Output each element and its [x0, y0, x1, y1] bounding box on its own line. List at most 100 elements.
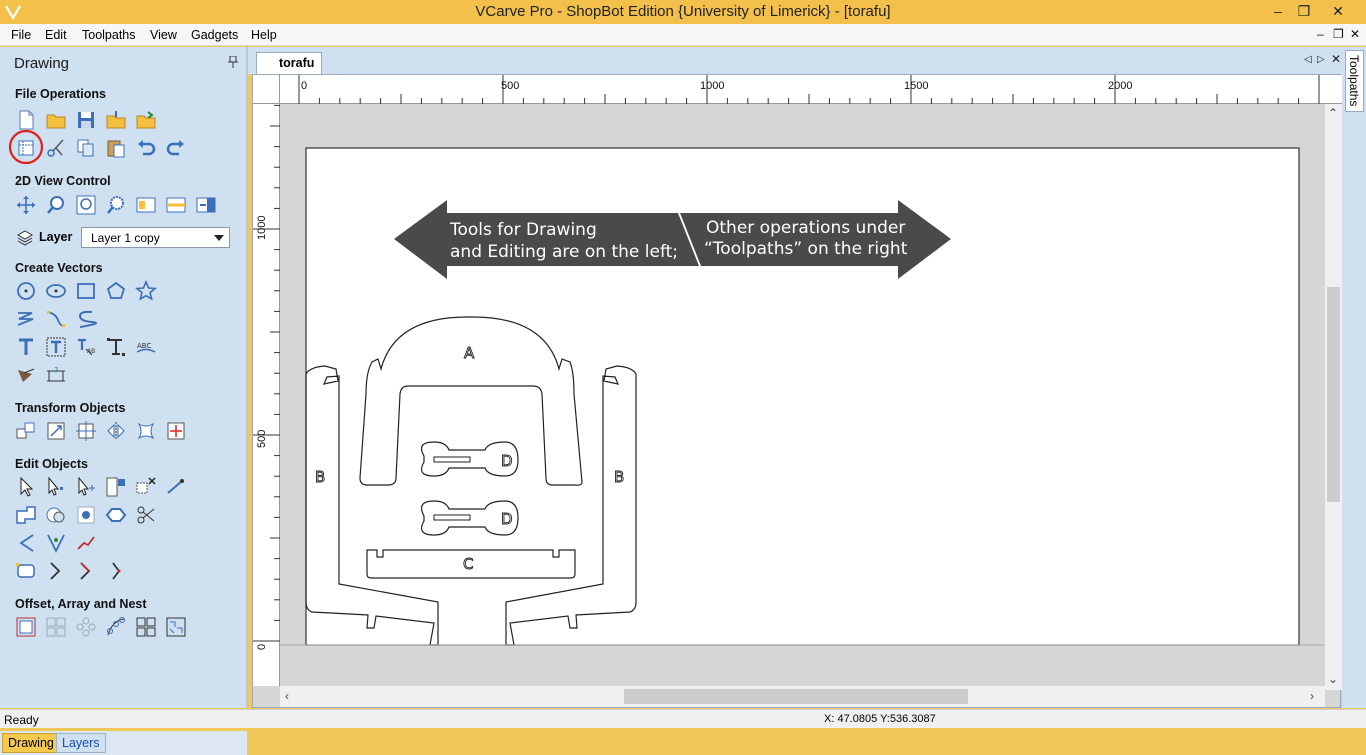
drawing-canvas[interactable]: Tools for Drawing and Editing are on the…: [280, 104, 1325, 686]
status-bar: Ready X: 47.0805 Y:536.3087: [0, 709, 1366, 728]
paste-icon[interactable]: [104, 136, 128, 160]
arc-icon[interactable]: [74, 307, 98, 331]
mirror-icon[interactable]: [104, 419, 128, 443]
select-pointer-icon[interactable]: [14, 475, 38, 499]
auto-layout-text-icon[interactable]: [44, 335, 68, 359]
text-block-icon[interactable]: [104, 335, 128, 359]
drawing-panel: Drawing File Operations 2D View Control …: [0, 47, 247, 755]
tab-close-icon[interactable]: ✕: [1331, 52, 1341, 66]
mdi-close-button[interactable]: ✕: [1350, 27, 1360, 41]
chevron-down-icon: [214, 235, 224, 241]
polygon-icon[interactable]: [104, 279, 128, 303]
zoom-extents-icon[interactable]: [74, 193, 98, 217]
close-button[interactable]: ✕: [1323, 0, 1353, 22]
selection-tools-icon[interactable]: [104, 475, 128, 499]
menu-view[interactable]: View: [150, 28, 177, 42]
move-icon[interactable]: [14, 419, 38, 443]
chamfer-icon[interactable]: [44, 531, 68, 555]
scroll-right-icon[interactable]: ›: [1310, 689, 1314, 703]
circle-icon[interactable]: [14, 279, 38, 303]
weld-icon[interactable]: [14, 503, 38, 527]
vertical-scrollbar[interactable]: ⌃ ⌄: [1325, 104, 1342, 690]
offset-icon[interactable]: [14, 615, 38, 639]
menu-edit[interactable]: Edit: [45, 28, 67, 42]
copy-along-vector-icon[interactable]: [104, 615, 128, 639]
set-origin-icon[interactable]: [164, 419, 188, 443]
menu-gadgets[interactable]: Gadgets: [191, 28, 238, 42]
extend-red-icon[interactable]: [74, 559, 98, 583]
import-component-icon[interactable]: [134, 108, 158, 132]
status-text: Ready: [4, 713, 39, 727]
import-vectors-icon[interactable]: [104, 108, 128, 132]
join-vectors-icon[interactable]: [104, 503, 128, 527]
drawing-workarea: 0 500 1000 1500 2000 1000 500 0 Tools fo…: [252, 74, 1342, 708]
pan-icon[interactable]: [14, 193, 38, 217]
horizontal-scrollbar[interactable]: ‹ ›: [280, 686, 1325, 707]
view-right-icon[interactable]: [194, 193, 218, 217]
mdi-minimize-button[interactable]: –: [1317, 27, 1324, 41]
layer-dropdown[interactable]: Layer 1 copy: [81, 227, 230, 248]
zoom-selection-icon[interactable]: [104, 193, 128, 217]
extend-icon[interactable]: [44, 559, 68, 583]
polyline-icon[interactable]: [14, 307, 38, 331]
subtract-icon[interactable]: [44, 503, 68, 527]
close-vectors-icon[interactable]: [14, 559, 38, 583]
toolpaths-tab[interactable]: Toolpaths: [1345, 50, 1364, 112]
ellipse-icon[interactable]: [44, 279, 68, 303]
node-edit-icon[interactable]: [44, 475, 68, 499]
section-2d-view-control: 2D View Control: [15, 174, 111, 188]
fillet-icon[interactable]: [14, 531, 38, 555]
maximize-button[interactable]: ❐: [1289, 0, 1319, 22]
horizontal-scroll-thumb[interactable]: [624, 689, 968, 704]
save-icon[interactable]: [74, 108, 98, 132]
tab-layers[interactable]: Layers: [56, 733, 106, 753]
open-folder-icon[interactable]: [44, 108, 68, 132]
menu-file[interactable]: File: [11, 28, 31, 42]
part-b-right-label: B: [614, 468, 624, 486]
view-left-icon[interactable]: [134, 193, 158, 217]
vertical-scroll-thumb[interactable]: [1327, 287, 1340, 502]
interactive-select-icon[interactable]: [74, 475, 98, 499]
rectangle-icon[interactable]: [74, 279, 98, 303]
trace-bitmap-icon[interactable]: [14, 363, 38, 387]
distort-icon[interactable]: [134, 419, 158, 443]
zoom-box-icon[interactable]: [44, 193, 68, 217]
block-copy-icon[interactable]: [44, 615, 68, 639]
trim-icon[interactable]: [74, 531, 98, 555]
align-icon[interactable]: [44, 419, 68, 443]
intersect-icon[interactable]: [74, 503, 98, 527]
menu-help[interactable]: Help: [251, 28, 277, 42]
bridge-icon[interactable]: [104, 559, 128, 583]
auto-nest-icon[interactable]: [164, 615, 188, 639]
tab-drawing[interactable]: Drawing: [2, 733, 60, 753]
cut-icon[interactable]: [44, 136, 68, 160]
delete-selection-icon[interactable]: [134, 475, 158, 499]
nest-parts-icon[interactable]: [134, 615, 158, 639]
tab-scroll-right-icon[interactable]: ▷: [1317, 54, 1325, 65]
menu-toolpaths[interactable]: Toolpaths: [82, 28, 136, 42]
svg-text:ABC: ABC: [137, 342, 151, 350]
mdi-restore-button[interactable]: ❐: [1333, 27, 1344, 41]
copy-icon[interactable]: [74, 136, 98, 160]
text-icon[interactable]: [14, 335, 38, 359]
scroll-left-icon[interactable]: ‹: [285, 689, 289, 703]
text-arc-icon[interactable]: ABC: [134, 335, 158, 359]
redo-icon[interactable]: [164, 136, 188, 160]
view-split-icon[interactable]: [164, 193, 188, 217]
curve-icon[interactable]: [44, 307, 68, 331]
undo-icon[interactable]: [134, 136, 158, 160]
left-arrow-text-2: and Editing are on the left;: [450, 242, 678, 262]
scroll-up-icon[interactable]: ⌃: [1328, 106, 1338, 120]
pin-icon[interactable]: [228, 56, 238, 68]
tab-scroll-left-icon[interactable]: ◁: [1304, 54, 1312, 65]
circular-copy-icon[interactable]: [74, 615, 98, 639]
section-offset-array-nest: Offset, Array and Nest: [15, 597, 147, 611]
measure-icon[interactable]: [164, 475, 188, 499]
dimension-icon[interactable]: ?: [44, 363, 68, 387]
scissors-icon[interactable]: [134, 503, 158, 527]
center-icon[interactable]: [74, 419, 98, 443]
star-icon[interactable]: [134, 279, 158, 303]
scroll-down-icon[interactable]: ⌄: [1328, 672, 1338, 686]
text-on-curve-icon[interactable]: AB: [74, 335, 98, 359]
document-tab[interactable]: torafu: [256, 52, 322, 74]
